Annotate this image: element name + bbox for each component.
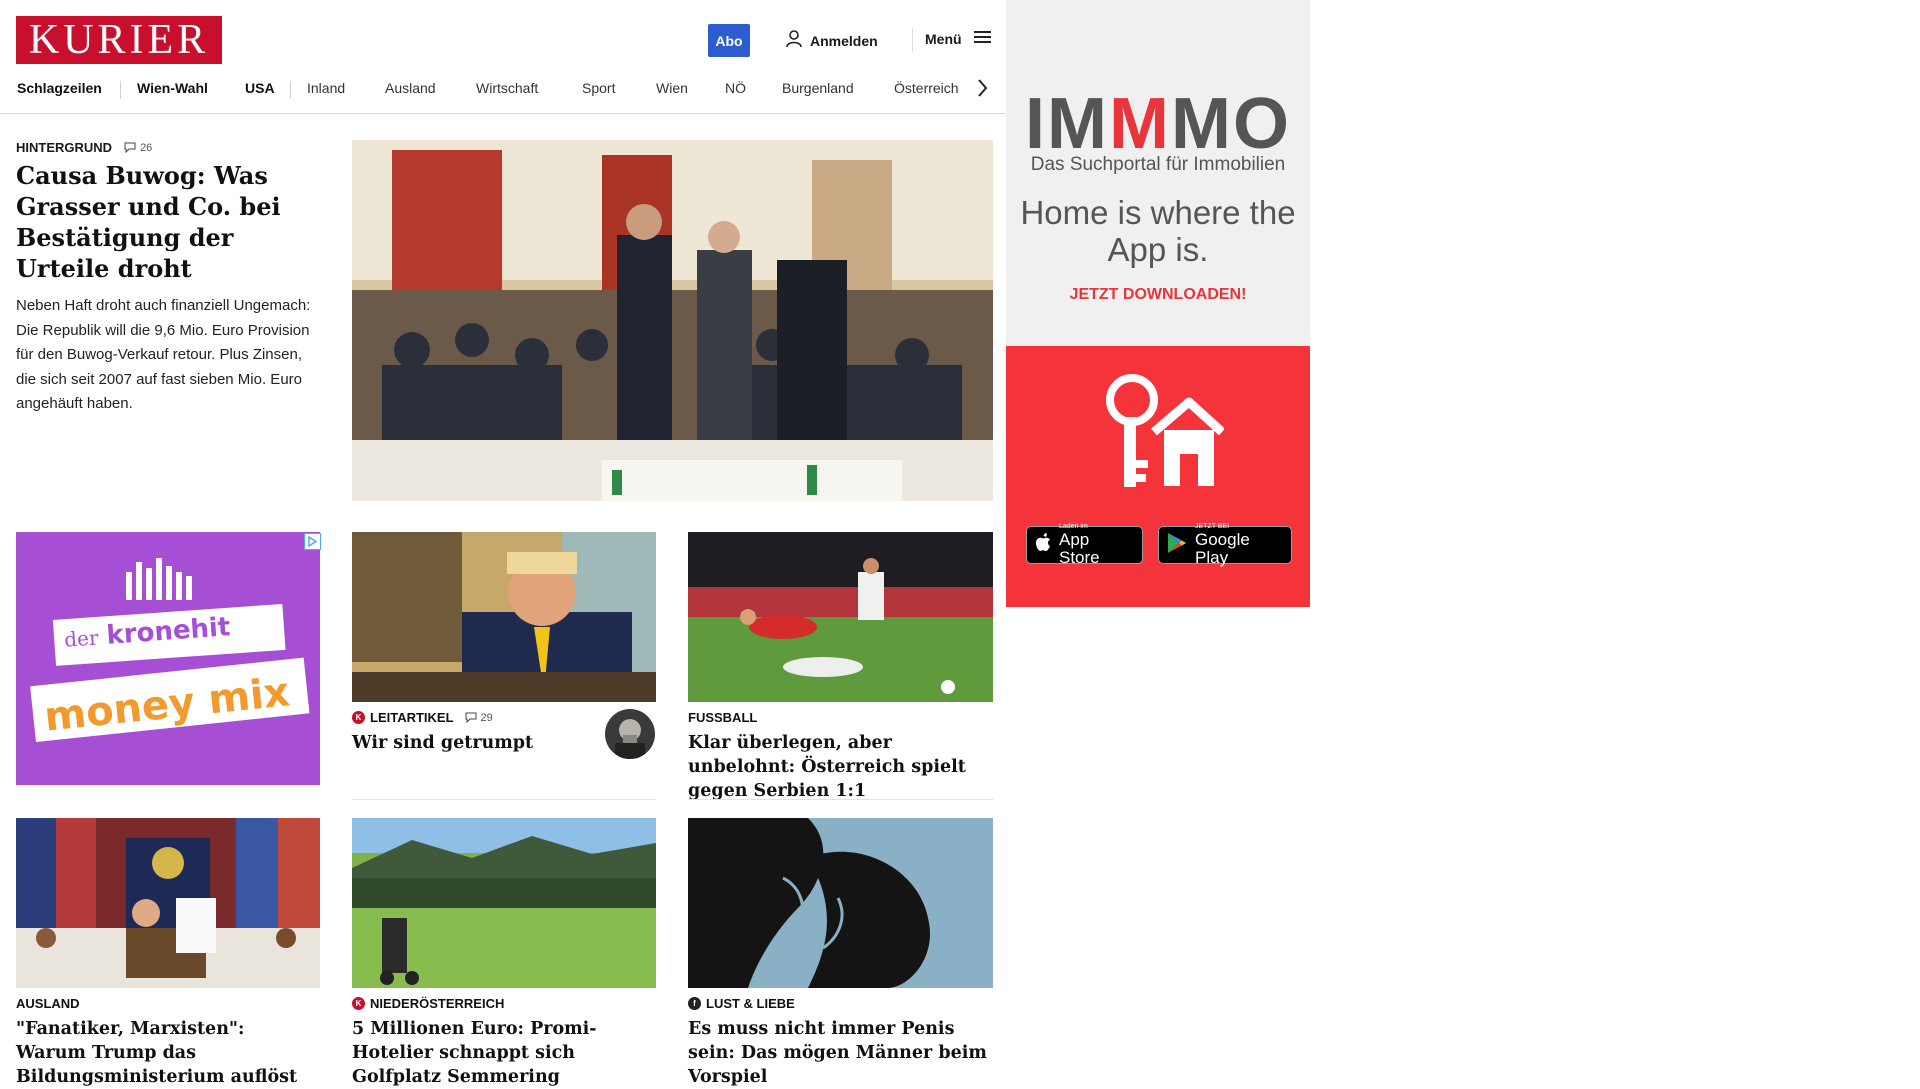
divider: [688, 799, 993, 800]
immmo-subtitle: Das Suchportal für Immobilien: [1030, 154, 1286, 175]
card-photo-golf-course[interactable]: [352, 818, 656, 988]
adchoices-icon[interactable]: [304, 533, 321, 550]
promo-der: der: [63, 625, 100, 652]
login-label: Anmelden: [810, 32, 878, 49]
nav-item-inland[interactable]: Inland: [307, 80, 345, 96]
card-photo-football-match[interactable]: [688, 532, 993, 702]
section-nav: Schlagzeilen Wien-Wahl USA Inland Auslan…: [0, 70, 1006, 114]
nav-item-ausland[interactable]: Ausland: [385, 80, 436, 96]
app-store-badge[interactable]: Laden im App Store: [1026, 523, 1143, 567]
immmo-ad-bottom: Laden im App Store JETZT BEI Google Play: [1006, 346, 1310, 607]
card-2-kicker: FUSSBALL: [688, 710, 758, 725]
card-1-kicker: K LEITARTIKEL 29: [352, 710, 493, 725]
card-5-category: LUST & LIEBE: [706, 996, 795, 1011]
kurier-logo[interactable]: KURIER: [16, 16, 222, 64]
card-photo-trump-signing[interactable]: [16, 818, 320, 988]
card-4-kicker: K NIEDERÖSTERREICH: [352, 996, 504, 1011]
card-2-headline[interactable]: Klar überlegen, aber unbelohnt: Österrei…: [688, 731, 993, 803]
lead-comments: 26: [140, 141, 153, 154]
card-4-category: NIEDERÖSTERREICH: [370, 996, 505, 1011]
apple-icon: [1035, 533, 1051, 557]
lead-photo-courtroom[interactable]: [352, 140, 993, 501]
card-3-headline[interactable]: "Fanatiker, Marxisten": Warum Trump das …: [16, 1017, 320, 1089]
card-3-kicker: AUSLAND: [16, 996, 80, 1011]
kurier-k-icon: K: [352, 711, 365, 724]
google-play-badge[interactable]: JETZT BEI Google Play: [1158, 523, 1292, 567]
nav-item-usa[interactable]: USA: [245, 80, 275, 96]
card-4-headline[interactable]: 5 Millionen Euro: Promi-Hotelier schnapp…: [352, 1017, 656, 1089]
card-photo-trump-desk[interactable]: [352, 532, 656, 702]
nav-item-sport[interactable]: Sport: [582, 80, 615, 96]
login-button[interactable]: Anmelden: [786, 30, 878, 51]
google-play-icon: [1167, 532, 1187, 559]
card-1-comments: 29: [480, 711, 493, 724]
immmo-ad[interactable]: IMMMO Das Suchportal für Immobilien Home…: [1006, 0, 1310, 607]
comment-icon: [124, 142, 136, 153]
user-icon: [786, 30, 802, 51]
nav-item-wien-wahl[interactable]: Wien-Wahl: [137, 80, 208, 96]
nav-item-wirtschaft[interactable]: Wirtschaft: [476, 80, 538, 96]
card-1-category: LEITARTIKEL: [370, 710, 454, 725]
lead-headline[interactable]: Causa Buwog: Was Grasser und Co. bei Bes…: [16, 160, 316, 284]
house-key-icon: [1094, 372, 1226, 502]
hamburger-icon: [973, 30, 992, 47]
lead-category: HINTERGRUND: [16, 140, 113, 155]
divider: [352, 799, 656, 800]
nav-divider: [290, 81, 291, 99]
card-photo-couple-illustration[interactable]: [688, 818, 993, 988]
app-store-text: Laden im App Store: [1059, 523, 1134, 567]
immmo-headline: Home is where the App is.: [1020, 194, 1296, 268]
card-5-kicker: f LUST & LIEBE: [688, 996, 795, 1011]
abo-button[interactable]: Abo: [708, 24, 750, 57]
nav-item-noe[interactable]: NÖ: [725, 80, 746, 96]
immmo-brand: IMMMO: [1025, 84, 1291, 164]
immmo-ad-top: IMMMO Das Suchportal für Immobilien Home…: [1006, 0, 1310, 346]
lust-liebe-icon: f: [688, 997, 701, 1010]
lead-kicker: HINTERGRUND 26: [16, 140, 152, 155]
nav-item-burgenland[interactable]: Burgenland: [782, 80, 854, 96]
lead-comment-count[interactable]: 26: [124, 142, 152, 154]
nav-divider: [120, 81, 121, 99]
kronehit-money-mix-ad[interactable]: der kronehit money mix: [16, 532, 320, 785]
card-5-headline[interactable]: Es muss nicht immer Penis sein: Das möge…: [688, 1017, 993, 1089]
nav-item-wien[interactable]: Wien: [656, 80, 688, 96]
google-play-text: JETZT BEI Google Play: [1195, 523, 1283, 567]
card-1-comment-count[interactable]: 29: [465, 712, 493, 724]
nav-item-schlagzeilen[interactable]: Schlagzeilen: [17, 80, 102, 96]
menu-label: Menü: [925, 30, 962, 47]
comment-icon: [465, 712, 477, 723]
lead-teaser[interactable]: Neben Haft droht auch finanziell Ungemac…: [16, 294, 316, 417]
menu-button[interactable]: Menü: [925, 30, 992, 47]
card-1-headline[interactable]: Wir sind getrumpt: [352, 731, 592, 755]
google-play-big: Google Play: [1195, 530, 1250, 567]
chevron-right-icon[interactable]: [976, 78, 988, 103]
nav-item-oesterreich[interactable]: Österreich: [894, 80, 959, 96]
app-store-big: App Store: [1059, 530, 1100, 567]
header-divider: [912, 28, 913, 52]
kurier-k-icon: K: [352, 997, 365, 1010]
immmo-logo: IMMMO: [1006, 88, 1310, 160]
download-cta[interactable]: JETZT DOWNLOADEN!: [1006, 286, 1310, 304]
author-avatar[interactable]: [605, 709, 655, 759]
